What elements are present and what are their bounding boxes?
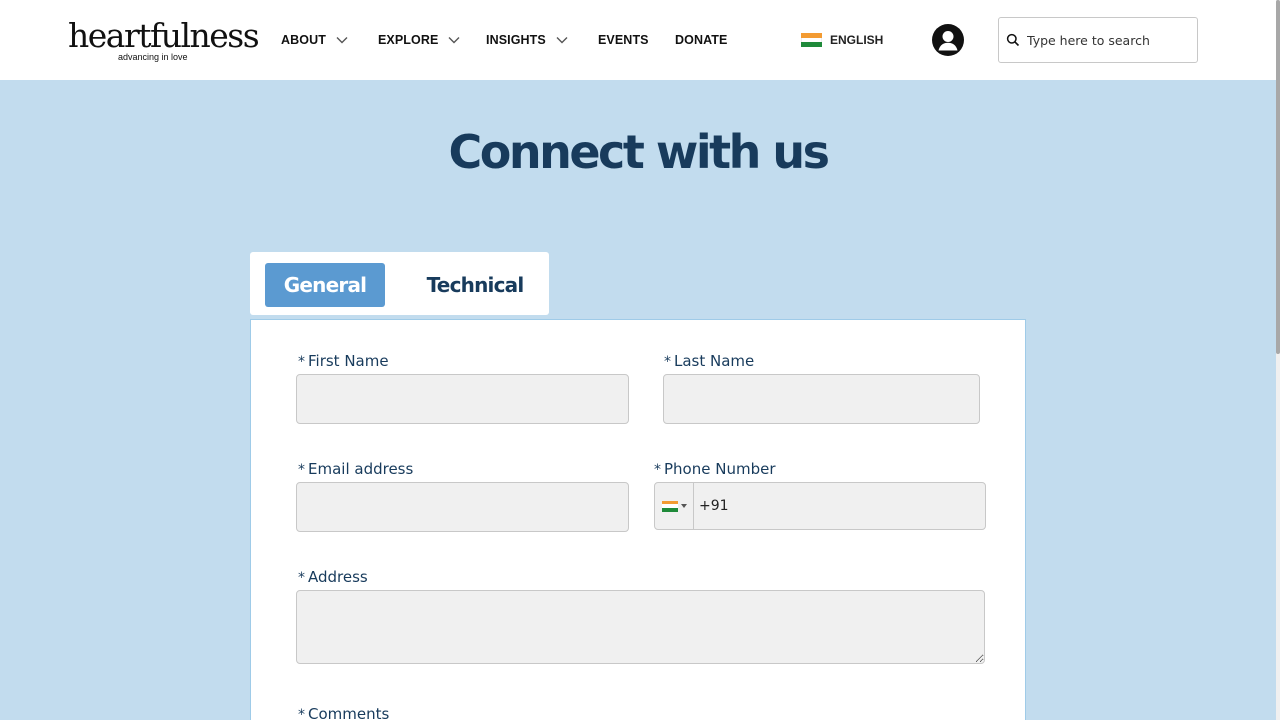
required-marker: * (298, 707, 305, 720)
form-tabs: General Technical (250, 252, 549, 315)
tab-general[interactable]: General (265, 263, 385, 307)
chevron-down-icon (336, 37, 348, 44)
email-label-text: Email address (308, 460, 414, 478)
phone-label-text: Phone Number (664, 460, 776, 478)
page-scrollbar[interactable] (1276, 0, 1280, 720)
required-marker: * (298, 570, 305, 586)
logo-tagline: advancing in love (118, 52, 188, 62)
required-marker: * (654, 462, 661, 478)
language-selector[interactable]: ENGLISH (801, 32, 883, 48)
india-flag-icon (801, 33, 822, 48)
address-field[interactable] (296, 590, 985, 664)
nav-donate[interactable]: DONATE (675, 30, 727, 50)
required-marker: * (298, 354, 305, 370)
phone-label: * Phone Number (654, 459, 776, 480)
first-name-field[interactable] (296, 374, 629, 424)
search-box[interactable] (998, 17, 1198, 63)
phone-field (654, 482, 986, 530)
site-header: heartfulness advancing in love ABOUT EXP… (0, 0, 1276, 80)
nav-insights-label: INSIGHTS (486, 33, 546, 47)
nav-about-label: ABOUT (281, 33, 326, 47)
phone-input[interactable] (694, 498, 974, 514)
last-name-field[interactable] (663, 374, 980, 424)
nav-donate-label: DONATE (675, 33, 728, 47)
page-title: Connect with us (448, 125, 830, 179)
nav-insights[interactable]: INSIGHTS (486, 30, 568, 50)
chevron-down-icon (448, 37, 460, 44)
last-name-label: * Last Name (664, 351, 754, 372)
heartfulness-logo[interactable]: heartfulness advancing in love (68, 16, 260, 64)
search-input[interactable] (1027, 32, 1187, 48)
country-code-dropdown[interactable] (655, 483, 694, 529)
india-flag-icon (661, 500, 678, 512)
language-label: ENGLISH (830, 33, 884, 47)
address-label-text: Address (308, 568, 368, 586)
first-name-label-text: First Name (308, 352, 389, 370)
last-name-label-text: Last Name (674, 352, 755, 370)
comments-label-text: Comments (308, 705, 390, 720)
email-label: * Email address (298, 459, 413, 480)
user-account-icon[interactable] (932, 24, 964, 56)
tab-technical[interactable]: Technical (410, 263, 540, 307)
email-field[interactable] (296, 482, 629, 532)
chevron-down-icon (556, 37, 568, 44)
search-icon (1006, 33, 1020, 47)
nav-explore-label: EXPLORE (378, 33, 439, 47)
contact-form: * First Name * Last Name * Email address * P… (250, 319, 1026, 720)
nav-events-label: EVENTS (598, 33, 649, 47)
required-marker: * (298, 462, 305, 478)
logo-wordmark: heartfulness (68, 16, 260, 55)
nav-about[interactable]: ABOUT (281, 30, 348, 50)
nav-events[interactable]: EVENTS (598, 30, 649, 50)
comments-label: * Comments (298, 704, 389, 720)
caret-down-icon (680, 504, 687, 508)
required-marker: * (664, 354, 671, 370)
address-label: * Address (298, 567, 368, 588)
scrollbar-thumb[interactable] (1276, 0, 1280, 354)
nav-explore[interactable]: EXPLORE (378, 30, 460, 50)
first-name-label: * First Name (298, 351, 389, 372)
